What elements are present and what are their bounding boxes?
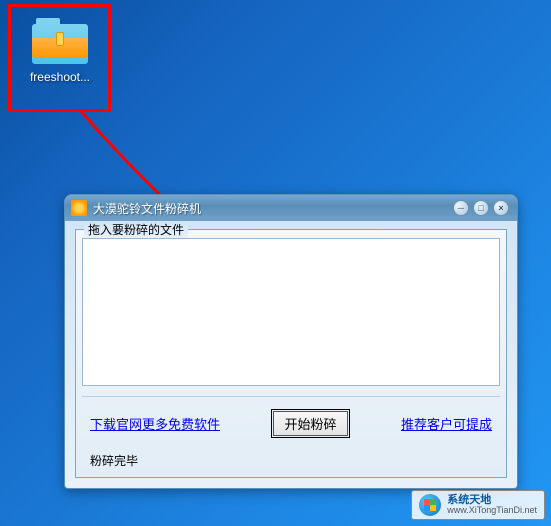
download-more-link[interactable]: 下载官网更多免费软件 (90, 414, 220, 433)
referral-link[interactable]: 推荐客户可提成 (401, 414, 492, 433)
watermark: 系统天地 www.XiTongTianDi.net (411, 490, 545, 520)
app-window: 大漠驼铃文件粉碎机 ─ □ × 拖入要粉碎的文件 下载官网更多免费软件 开始粉碎… (64, 194, 518, 489)
file-drop-area[interactable] (82, 238, 500, 386)
desktop-icon-freeshoot[interactable]: freeshoot... (20, 10, 100, 84)
drop-group: 拖入要粉碎的文件 下载官网更多免费软件 开始粉碎 推荐客户可提成 粉碎完毕 (75, 229, 507, 478)
watermark-url: www.XiTongTianDi.net (447, 506, 537, 516)
app-icon (71, 200, 87, 216)
group-legend: 拖入要粉碎的文件 (84, 221, 188, 238)
desktop-icon-label: freeshoot... (20, 70, 100, 84)
close-button[interactable]: × (493, 200, 509, 216)
maximize-button[interactable]: □ (473, 200, 489, 216)
window-body: 拖入要粉碎的文件 下载官网更多免费软件 开始粉碎 推荐客户可提成 粉碎完毕 (65, 221, 517, 488)
start-shred-button[interactable]: 开始粉碎 (273, 411, 347, 436)
status-text: 粉碎完毕 (82, 444, 500, 471)
zip-folder-icon (32, 18, 88, 64)
minimize-button[interactable]: ─ (453, 200, 469, 216)
watermark-logo-icon (419, 494, 441, 516)
titlebar[interactable]: 大漠驼铃文件粉碎机 ─ □ × (65, 195, 517, 221)
window-title: 大漠驼铃文件粉碎机 (93, 200, 201, 217)
